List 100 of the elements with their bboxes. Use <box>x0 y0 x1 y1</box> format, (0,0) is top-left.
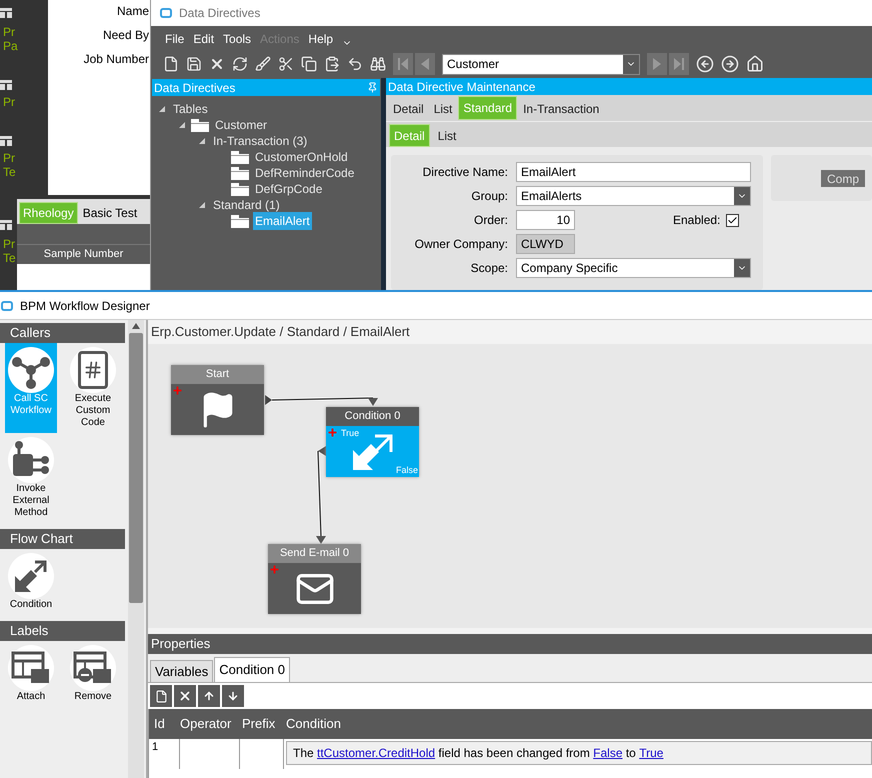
side-text: Te <box>2 251 17 265</box>
tree-item[interactable]: CustomerOnHold <box>253 148 350 166</box>
condition-link[interactable]: ttCustomer.CreditHold <box>317 744 436 762</box>
previous-icon <box>421 58 429 70</box>
tab[interactable]: Variables <box>150 660 214 682</box>
readonly-field: CLWYD <box>516 234 575 254</box>
side-text: Pr <box>2 95 16 109</box>
palette-group-header[interactable]: Callers <box>0 323 125 343</box>
delete-row-button[interactable] <box>174 685 196 707</box>
binoculars-icon[interactable] <box>370 56 386 72</box>
side-text: Te <box>2 165 17 179</box>
field-label: Directive Name: <box>422 164 509 181</box>
window-stack-icon <box>0 220 12 230</box>
menu-item[interactable]: Tools <box>223 30 252 50</box>
menu-item[interactable]: Help <box>308 30 334 50</box>
false-label: False <box>396 464 418 476</box>
true-label: True <box>341 427 360 440</box>
move-up-button[interactable] <box>198 685 220 707</box>
folder-icon <box>231 182 249 196</box>
tab[interactable]: Detail <box>389 97 428 121</box>
field-label: Job Number <box>84 51 149 67</box>
expanded-arrow-icon[interactable] <box>178 121 186 129</box>
close-icon[interactable] <box>209 56 225 72</box>
table-remove-icon <box>73 651 113 685</box>
new-row-button[interactable] <box>150 685 172 707</box>
tree-item[interactable]: DefGrpCode <box>253 180 324 198</box>
window-icon <box>159 7 173 19</box>
column-header: Condition <box>285 715 341 734</box>
tab[interactable]: In-Transaction <box>519 97 604 121</box>
arrow-down-icon <box>227 690 239 702</box>
tab[interactable]: Basic Test <box>80 202 140 224</box>
tree-item[interactable]: Tables <box>171 100 210 118</box>
home-icon[interactable] <box>746 55 764 73</box>
palette-group-header[interactable]: Labels <box>0 621 125 641</box>
breadcrumb: Erp.Customer.Update / Standard / EmailAlert <box>148 320 872 344</box>
field-label: Name <box>116 3 149 19</box>
save-icon[interactable] <box>186 56 202 72</box>
field-label: Owner Company: <box>414 236 509 253</box>
window-stack-icon <box>0 136 12 146</box>
paste-icon[interactable] <box>324 56 340 72</box>
panel-title: Data Directives <box>154 80 236 96</box>
window-title: BPM Workflow Designer <box>20 298 150 314</box>
tab[interactable]: Condition 0 <box>214 657 290 682</box>
palette-group-header[interactable]: Flow Chart <box>0 529 125 549</box>
last-icon <box>674 58 684 70</box>
folder-icon <box>191 118 209 132</box>
menu-item[interactable]: File <box>165 30 184 50</box>
hash-document-icon <box>78 351 108 389</box>
condition-text[interactable]: The ttCustomer.CreditHold field has been changed from False to True <box>286 741 872 765</box>
tree-item[interactable]: Standard (1) <box>211 196 282 214</box>
node-title: Send E-mail 0 <box>268 544 361 563</box>
column-header: Prefix <box>241 715 276 734</box>
tree-item[interactable]: Customer <box>213 116 270 134</box>
move-down-button[interactable] <box>222 685 244 707</box>
node-title: Start <box>171 365 264 384</box>
tab[interactable]: List <box>430 97 456 121</box>
properties-header: Properties <box>148 634 872 654</box>
condition-link[interactable]: False <box>593 744 623 762</box>
field-label: Group: <box>470 188 509 205</box>
back-icon[interactable] <box>696 55 714 73</box>
new-file-icon <box>154 690 168 702</box>
tree-item[interactable]: DefReminderCode <box>253 164 356 182</box>
side-text: Pr <box>2 237 16 251</box>
pin-icon[interactable] <box>367 82 378 93</box>
expanded-arrow-icon[interactable] <box>198 201 206 209</box>
folder-icon <box>231 150 249 164</box>
window-stack-icon <box>0 8 12 18</box>
forward-icon[interactable] <box>721 55 739 73</box>
palette-item[interactable]: Execute Custom Code <box>67 343 119 433</box>
arrow-up-icon <box>203 690 215 702</box>
refresh-icon[interactable] <box>232 56 248 72</box>
column-header: Id <box>153 715 166 734</box>
brush-icon[interactable] <box>255 56 271 72</box>
tree-item[interactable]: In-Transaction (3) <box>211 132 310 150</box>
checkbox[interactable] <box>726 214 740 226</box>
checkbox-label: Enabled: <box>673 212 720 229</box>
tab[interactable]: List <box>434 124 460 147</box>
new-file-icon[interactable] <box>163 56 179 72</box>
expanded-arrow-icon[interactable] <box>158 105 166 113</box>
scroll-up-arrow-icon[interactable] <box>132 323 140 329</box>
side-text: Pa <box>2 39 19 53</box>
palette-item[interactable]: Invoke External Method <box>5 433 57 523</box>
dropdown-field[interactable]: Company Specific <box>516 258 751 278</box>
copy-icon[interactable] <box>301 56 317 72</box>
dropdown-field[interactable]: EmailAlerts <box>516 186 751 206</box>
side-text: Pr <box>2 151 16 165</box>
scissors-icon[interactable] <box>278 56 294 72</box>
side-button[interactable]: Comp <box>821 170 866 186</box>
condition-link[interactable]: True <box>639 744 664 762</box>
menu-item[interactable]: Edit <box>193 30 214 50</box>
scrollbar[interactable] <box>128 320 144 778</box>
undo-icon[interactable] <box>347 56 363 72</box>
column-header: Sample Number <box>17 244 150 264</box>
scroll-thumb[interactable] <box>129 333 143 603</box>
expanded-arrow-icon[interactable] <box>198 137 206 145</box>
record-select[interactable]: Customer <box>442 54 640 74</box>
number-field[interactable]: 10 <box>516 210 575 230</box>
add-icon[interactable] <box>327 427 338 438</box>
text-field[interactable]: EmailAlert <box>516 162 751 182</box>
node-title: Condition 0 <box>326 407 419 426</box>
